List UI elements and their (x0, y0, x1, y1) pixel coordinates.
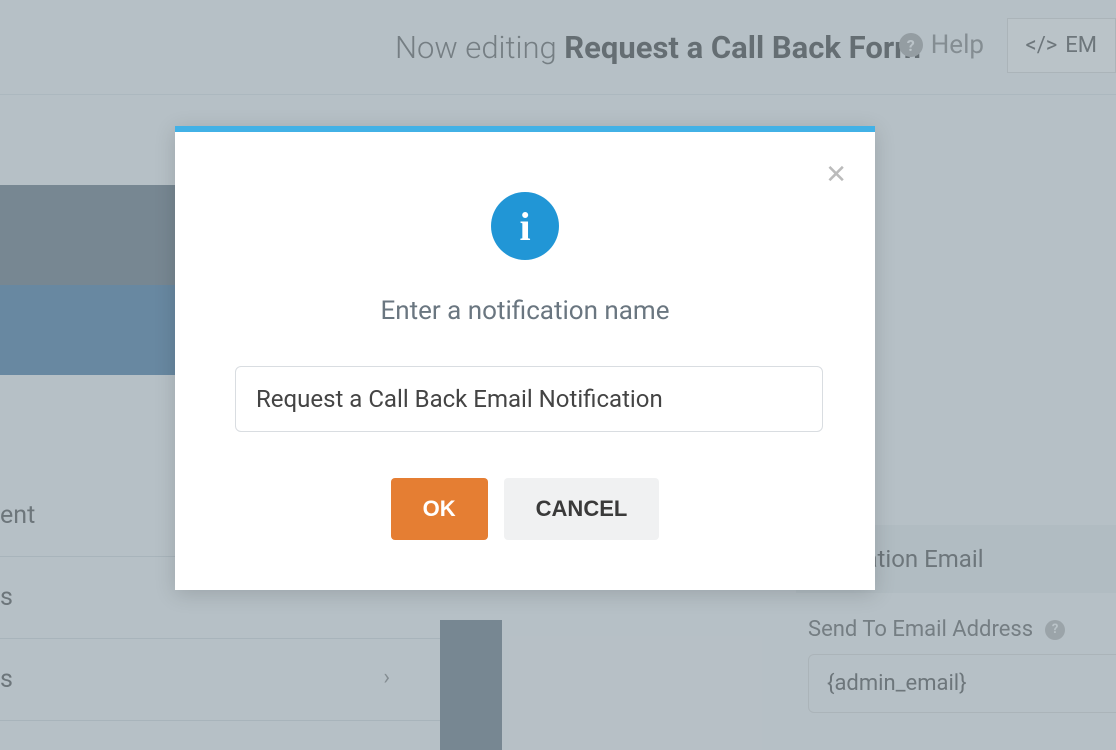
notification-name-input[interactable] (235, 366, 823, 432)
cancel-button[interactable]: CANCEL (504, 478, 660, 540)
ok-button[interactable]: OK (391, 478, 488, 540)
close-icon[interactable]: ✕ (825, 160, 847, 190)
info-icon: i (491, 192, 559, 260)
modal-prompt: Enter a notification name (235, 296, 815, 326)
notification-name-modal: ✕ i Enter a notification name OK CANCEL (175, 126, 875, 590)
